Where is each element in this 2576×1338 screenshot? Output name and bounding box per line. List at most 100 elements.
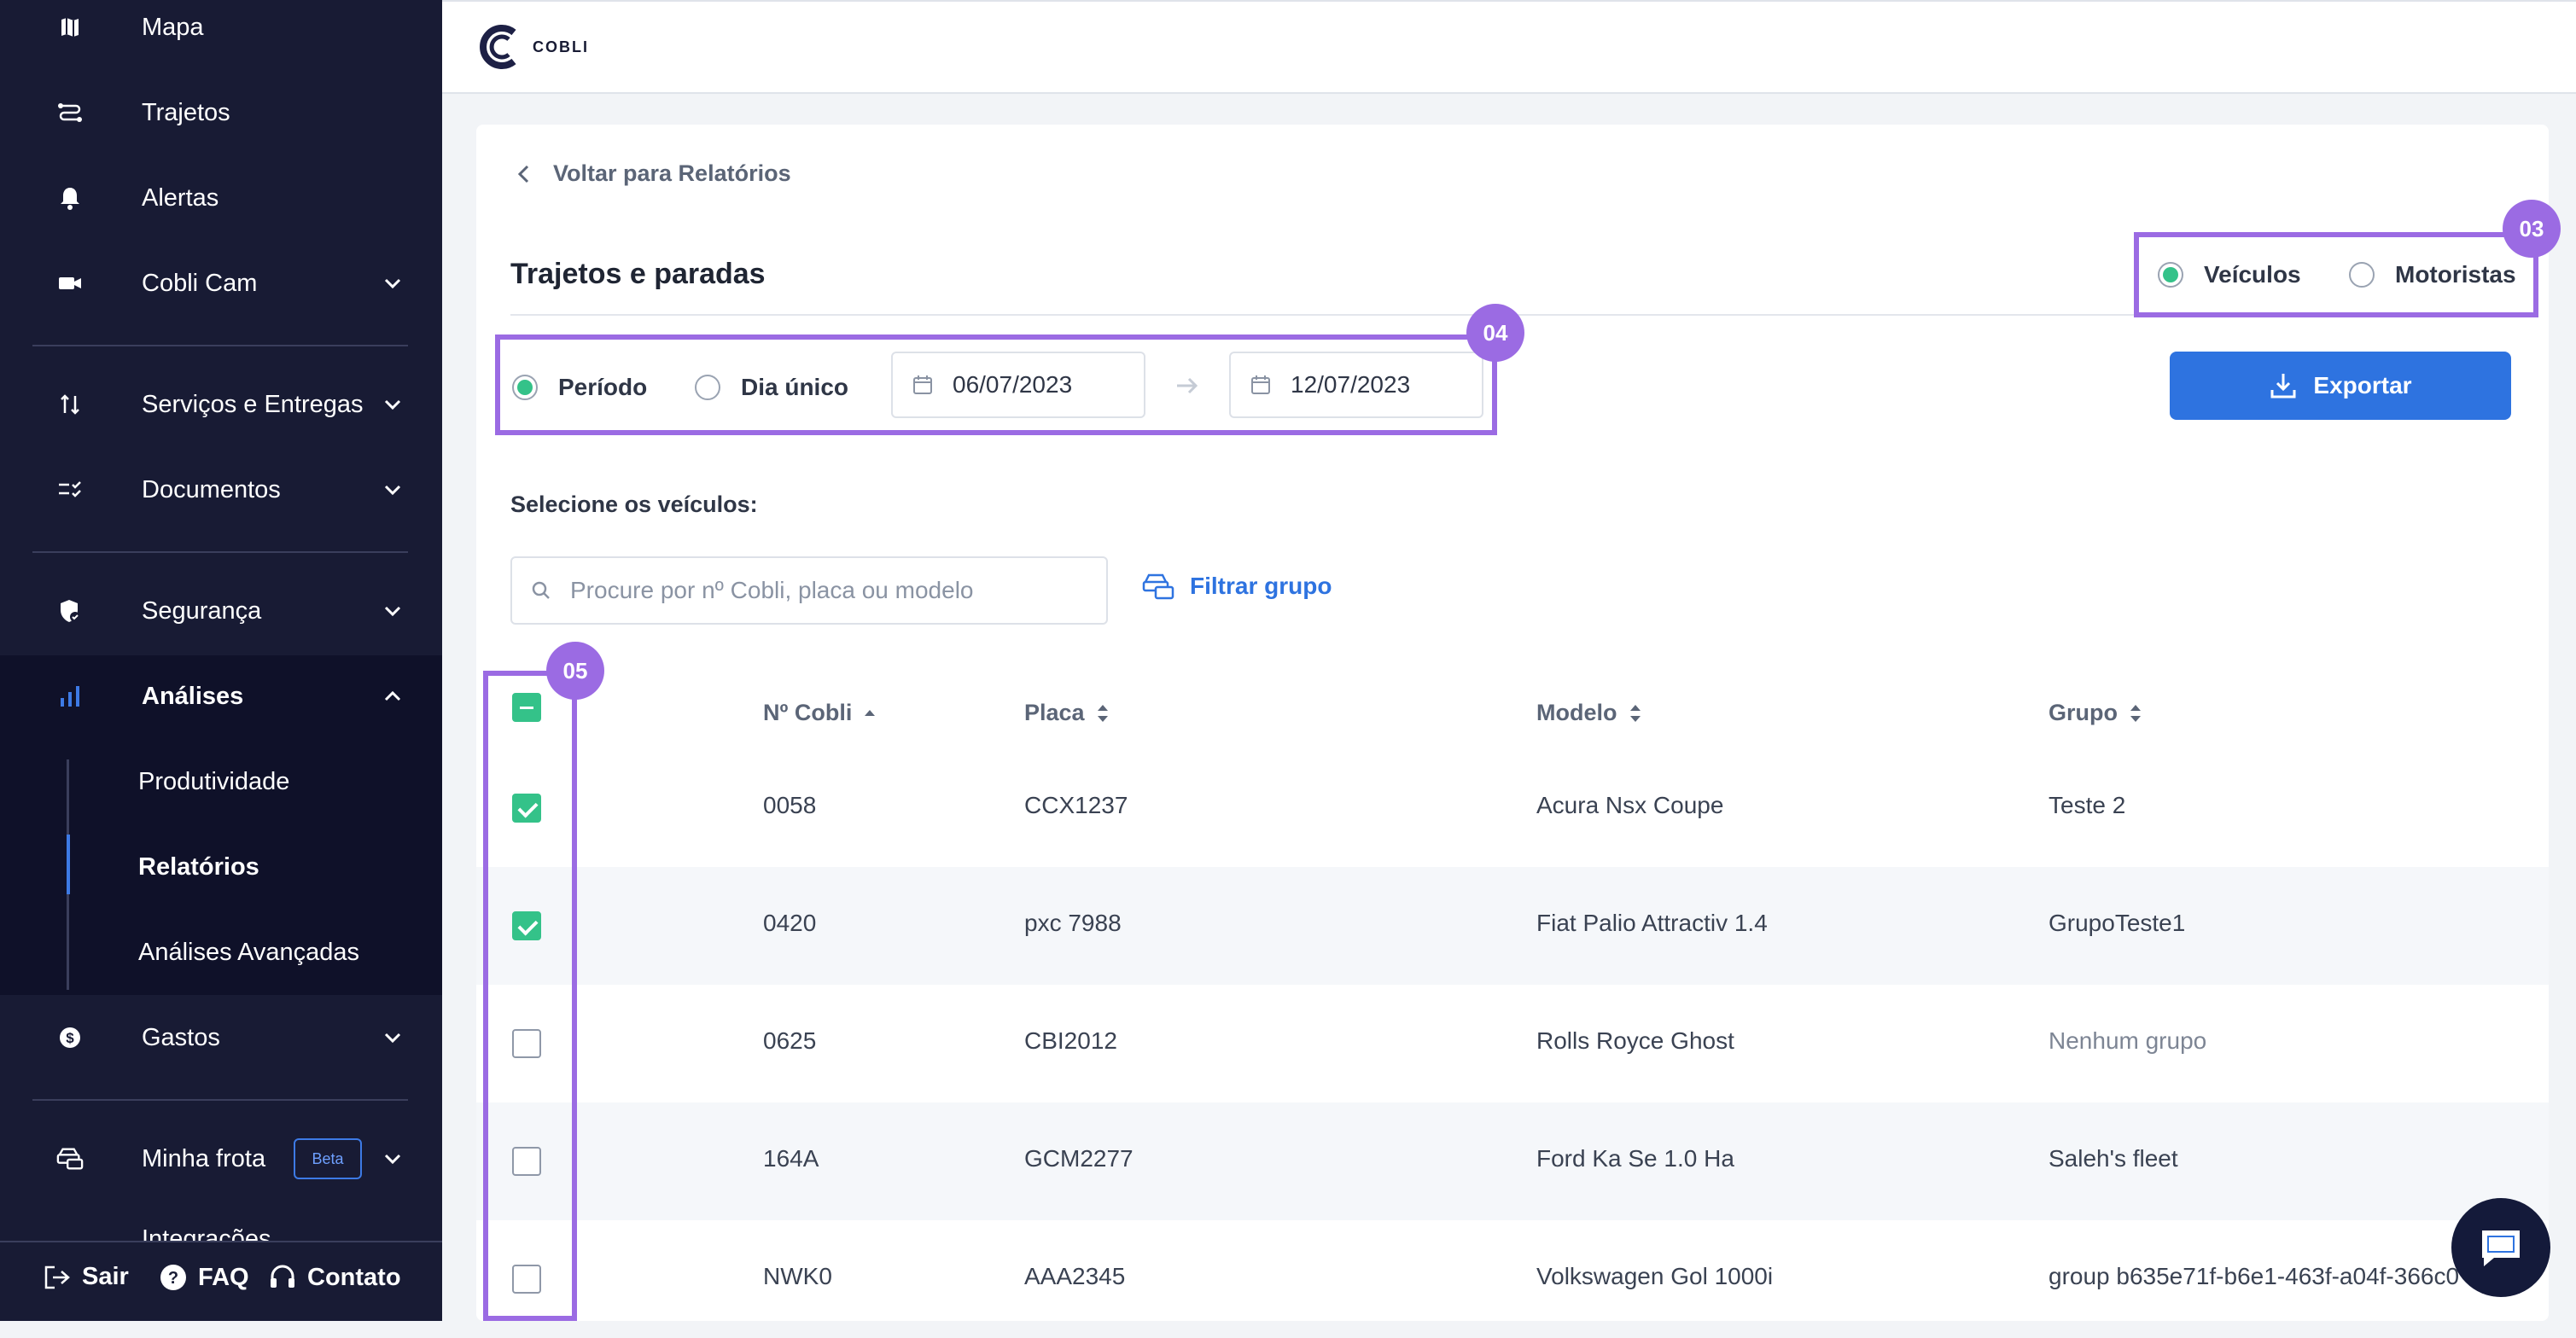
fleet-filter-icon	[1142, 573, 1174, 600]
logout-button[interactable]: Sair	[43, 1263, 129, 1291]
cell-placa: AAA2345	[1024, 1263, 1126, 1289]
select-vehicles-label: Selecione os veículos:	[510, 492, 758, 517]
sidebar-item-servicos[interactable]: Serviços e Entregas	[0, 362, 442, 447]
sort-icon	[1629, 704, 1641, 722]
back-label: Voltar para Relatórios	[553, 160, 791, 186]
sidebar-item-minha-frota[interactable]: Minha frota	[0, 1116, 442, 1201]
bell-icon	[56, 184, 84, 212]
sort-icon	[2130, 704, 2141, 722]
cell-placa: GCM2277	[1024, 1145, 1134, 1172]
contact-label: Contato	[307, 1263, 401, 1291]
chevron-down-icon	[384, 399, 401, 410]
sidebar-item-label: Serviços e Entregas	[142, 390, 364, 418]
cell-placa: pxc 7988	[1024, 910, 1122, 936]
export-button[interactable]: Exportar	[2170, 352, 2511, 420]
sidebar-item-seguranca[interactable]: Segurança	[0, 568, 442, 654]
route-icon	[56, 99, 84, 126]
table-row[interactable]: 0625 CBI2012 Rolls Royce Ghost Nenhum gr…	[476, 985, 2549, 1102]
sidebar-subitem-analises-avancadas[interactable]: Análises Avançadas	[138, 939, 359, 967]
column-label: Nº Cobli	[763, 700, 853, 725]
sidebar-item-label: Alertas	[142, 183, 219, 212]
table-row[interactable]: 0058 CCX1237 Acura Nsx Coupe Teste 2	[476, 749, 2549, 867]
download-icon	[2270, 374, 2296, 398]
sidebar-item-gastos[interactable]: $ Gastos	[0, 995, 442, 1080]
sidebar-item-label: Mapa	[142, 13, 204, 41]
column-label: Placa	[1024, 700, 1085, 725]
fleet-icon	[56, 1145, 84, 1172]
annotation-badge-05: 05	[546, 642, 604, 700]
chevron-left-icon	[517, 165, 529, 183]
faq-label: FAQ	[198, 1263, 249, 1291]
svg-text:$: $	[66, 1030, 74, 1046]
column-header-cobli[interactable]: Nº Cobli	[763, 700, 877, 726]
cobli-logo[interactable]: COBLI	[475, 20, 589, 73]
sidebar-subitem-produtividade[interactable]: Produtividade	[138, 768, 289, 796]
sort-asc-icon	[865, 709, 876, 716]
sidebar-item-label: Cobli Cam	[142, 269, 258, 297]
help-icon: ?	[160, 1265, 186, 1290]
divider	[32, 345, 408, 346]
cobli-logo-icon	[480, 25, 516, 69]
beta-badge: Beta	[294, 1138, 362, 1179]
faq-button[interactable]: ? FAQ	[159, 1263, 249, 1292]
table-row[interactable]: 0420 pxc 7988 Fiat Palio Attractiv 1.4 G…	[476, 867, 2549, 985]
cell-modelo: Rolls Royce Ghost	[1536, 1027, 1734, 1054]
chat-button[interactable]	[2451, 1198, 2550, 1297]
cell-placa: CCX1237	[1024, 792, 1128, 818]
contact-button[interactable]: Contato	[268, 1263, 401, 1292]
filter-group-button[interactable]: Filtrar grupo	[1142, 572, 1332, 601]
column-header-grupo[interactable]: Grupo	[2049, 700, 2143, 726]
logo-text: COBLI	[533, 38, 589, 55]
dollar-icon: $	[56, 1024, 84, 1051]
search-input[interactable]: Procure por nº Cobli, placa ou modelo	[510, 556, 1108, 625]
divider	[32, 1099, 408, 1101]
column-label: Grupo	[2049, 700, 2118, 725]
annotation-box-05	[483, 671, 577, 1321]
map-icon	[56, 14, 84, 41]
cell-modelo: Acura Nsx Coupe	[1536, 792, 1724, 818]
cell-cobli: NWK0	[763, 1263, 832, 1289]
sidebar-item-alertas[interactable]: Alertas	[0, 155, 442, 241]
page-title: Trajetos e paradas	[510, 258, 766, 290]
svg-text:?: ?	[168, 1269, 178, 1288]
sort-icon	[1097, 704, 1108, 722]
annotation-box-03	[2134, 232, 2538, 317]
sidebar-footer: Sair ? FAQ Contato	[0, 1241, 442, 1321]
cell-modelo: Fiat Palio Attractiv 1.4	[1536, 910, 1768, 936]
column-header-modelo[interactable]: Modelo	[1536, 700, 1643, 726]
sidebar-item-documentos[interactable]: Documentos	[0, 447, 442, 532]
cell-cobli: 0625	[763, 1027, 817, 1054]
logout-icon	[44, 1265, 70, 1289]
cell-cobli: 164A	[763, 1145, 819, 1172]
cell-grupo: GrupoTeste1	[2049, 910, 2186, 936]
sidebar-subitem-relatorios[interactable]: Relatórios	[138, 853, 259, 881]
table-row[interactable]: 164A GCM2277 Ford Ka Se 1.0 Ha Saleh's f…	[476, 1102, 2549, 1220]
shield-icon	[56, 597, 84, 625]
sidebar-item-trajetos[interactable]: Trajetos	[0, 70, 442, 155]
sidebar-item-cobli-cam[interactable]: Cobli Cam	[0, 241, 442, 326]
logout-label: Sair	[82, 1263, 129, 1290]
annotation-box-04	[495, 334, 1497, 435]
sidebar-item-label: Minha frota	[142, 1144, 266, 1172]
cell-cobli: 0058	[763, 792, 817, 818]
sidebar-item-mapa[interactable]: Mapa	[0, 0, 442, 70]
chevron-down-icon	[384, 606, 401, 617]
export-label: Exportar	[2313, 372, 2412, 398]
filter-label: Filtrar grupo	[1190, 573, 1332, 599]
chevron-down-icon	[384, 485, 401, 496]
sidebar-item-analises[interactable]: Análises	[0, 654, 442, 739]
chat-icon	[2482, 1230, 2520, 1266]
table-row[interactable]: NWK0 AAA2345 Volkswagen Gol 1000i group …	[476, 1220, 2549, 1338]
chevron-down-icon	[384, 1033, 401, 1044]
cell-grupo: Saleh's fleet	[2049, 1145, 2178, 1172]
chart-icon	[56, 683, 84, 710]
sidebar-item-label: Gastos	[142, 1023, 220, 1051]
sidebar-item-label: Análises	[142, 682, 244, 710]
sidebar: Mapa Trajetos Alertas Cobli Cam Serviços…	[0, 0, 442, 1321]
back-link[interactable]: Voltar para Relatórios	[512, 160, 791, 187]
divider	[32, 551, 408, 553]
cell-grupo: group b635e71f-b6e1-463f-a04f-366c0	[2049, 1263, 2460, 1289]
column-header-placa[interactable]: Placa	[1024, 700, 1110, 726]
chevron-up-icon	[384, 690, 401, 701]
checklist-icon	[56, 476, 84, 503]
